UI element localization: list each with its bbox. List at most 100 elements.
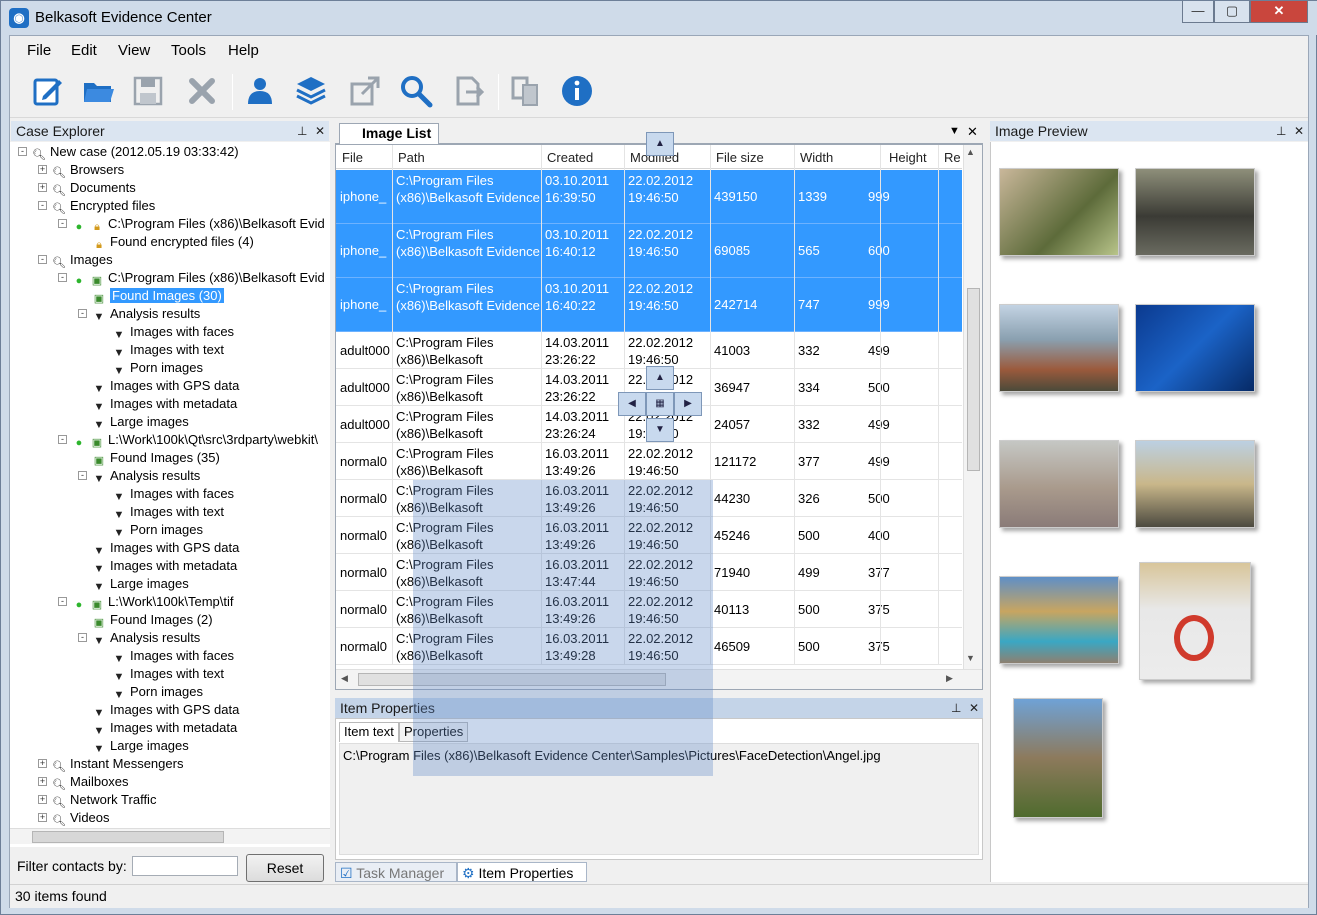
tree-node[interactable]: 🔍︎ Images [52, 251, 113, 269]
chevron-down-icon[interactable]: ▼ [949, 125, 960, 137]
expand-icon[interactable]: + [38, 165, 47, 174]
expand-icon[interactable]: + [38, 795, 47, 804]
collapse-icon[interactable]: - [18, 147, 27, 156]
tree-node[interactable]: 🔍︎ Videos [52, 809, 110, 827]
tab-item-properties[interactable]: ⚙ Item Properties [457, 862, 587, 882]
tree-node[interactable]: ▣ Found Images (2) [92, 611, 213, 629]
thumbnail-image[interactable] [999, 304, 1119, 392]
maximize-button[interactable]: ▢ [1214, 1, 1250, 23]
scroll-right-icon[interactable]: ▶ [946, 673, 953, 684]
minimize-button[interactable]: — [1182, 1, 1214, 23]
pin-icon[interactable]: ⊥ [951, 698, 961, 718]
collapse-icon[interactable]: - [58, 219, 67, 228]
collapse-icon[interactable]: - [78, 471, 87, 480]
scroll-up-icon[interactable]: ▲ [966, 147, 975, 157]
tree-node[interactable]: 🔍︎ Instant Messengers [52, 755, 183, 773]
dock-center-icon[interactable]: ▦ [646, 392, 674, 416]
tab-image-list[interactable]: Image List [339, 123, 439, 144]
tree-node[interactable]: ▼ Images with metadata [92, 557, 238, 575]
tree-node[interactable]: ▼ Porn images [112, 359, 203, 377]
thumbnail-image[interactable] [1135, 168, 1255, 256]
dock-down-icon[interactable]: ▼ [646, 418, 674, 442]
tree-node[interactable]: ▼ Large images [92, 575, 189, 593]
thumbnail-image[interactable] [1013, 698, 1103, 818]
save-icon[interactable] [129, 72, 167, 110]
dock-right-icon[interactable]: ▶ [674, 392, 702, 416]
menu-file[interactable]: File [27, 42, 51, 59]
tree-node[interactable]: 🔍︎ Browsers [52, 161, 124, 179]
tree-node[interactable]: ▣ Found Images (35) [92, 449, 220, 467]
pin-icon[interactable]: ⊥ [1276, 121, 1286, 141]
tree-node[interactable]: ● ▣ L:\Work\100k\Qt\src\3rdparty\webkit\ [72, 431, 318, 449]
collapse-icon[interactable]: - [78, 633, 87, 642]
tree-node[interactable]: ▼ Images with faces [112, 647, 235, 665]
tab-task-manager[interactable]: ☑ Task Manager [335, 862, 457, 882]
thumbnail-image[interactable] [999, 440, 1119, 528]
tree-node[interactable]: ▼ Images with metadata [92, 719, 238, 737]
close-pane-icon[interactable]: ✕ [315, 121, 325, 141]
tree-node[interactable]: ▼ Images with GPS data [92, 701, 240, 719]
column-header[interactable]: File size [716, 150, 764, 165]
column-header[interactable]: Height [889, 150, 927, 165]
open-icon[interactable] [79, 72, 117, 110]
collapse-icon[interactable]: - [38, 255, 47, 264]
thumbnail-image[interactable] [999, 168, 1119, 256]
column-header[interactable]: Width [800, 150, 833, 165]
info-icon[interactable] [558, 72, 596, 110]
expand-icon[interactable]: + [38, 777, 47, 786]
tree-node[interactable]: ▼ Images with GPS data [92, 539, 240, 557]
tree-node[interactable]: ▼ Images with metadata [92, 395, 238, 413]
delete-icon[interactable] [183, 72, 221, 110]
tree-node[interactable]: 🔍︎ Network Traffic [52, 791, 156, 809]
collapse-icon[interactable]: - [58, 435, 67, 444]
column-header[interactable]: Path [398, 150, 425, 165]
tree-node[interactable]: ▼ Analysis results [92, 467, 201, 485]
tree-node[interactable]: ▼ Images with GPS data [92, 377, 240, 395]
tree-node[interactable]: ▼ Large images [92, 413, 189, 431]
tree-node[interactable]: ▼ Analysis results [92, 629, 201, 647]
tree-node[interactable]: ▼ Images with text [112, 503, 224, 521]
table-row[interactable]: iphone_ C:\Program Files (x86)\Belkasoft … [336, 170, 962, 224]
dock-top-icon[interactable]: ▲ [646, 132, 674, 156]
thumbnail-image[interactable] [1135, 304, 1255, 392]
scroll-left-icon[interactable]: ◀ [341, 673, 348, 684]
tree-horizontal-scrollbar[interactable] [10, 828, 330, 844]
menu-tools[interactable]: Tools [171, 42, 206, 59]
close-pane-icon[interactable]: ✕ [969, 698, 979, 718]
expand-icon[interactable]: + [38, 759, 47, 768]
tree-node[interactable]: ▼ Images with text [112, 341, 224, 359]
column-header[interactable]: Re [944, 150, 961, 165]
collapse-icon[interactable]: - [78, 309, 87, 318]
tree-node[interactable]: ▼ Images with faces [112, 485, 235, 503]
dock-left-icon[interactable]: ◀ [618, 392, 646, 416]
tree-node[interactable]: ● ▣ C:\Program Files (x86)\Belkasoft Evid [72, 269, 325, 287]
filter-contacts-input[interactable] [132, 856, 238, 876]
tree-node[interactable]: ▼ Analysis results [92, 305, 201, 323]
close-tab-icon[interactable]: ✕ [967, 124, 978, 140]
dock-up-icon[interactable]: ▲ [646, 366, 674, 390]
tree-node[interactable]: 🔍︎ Documents [52, 179, 136, 197]
table-row[interactable]: normal0 C:\Program Files (x86)\Belkasoft 1… [336, 443, 962, 480]
pin-icon[interactable]: ⊥ [297, 121, 307, 141]
tree-node[interactable]: ▣ Found Images (30) [92, 287, 224, 305]
search-icon[interactable] [397, 72, 435, 110]
tree-node[interactable]: ● ▣ L:\Work\100k\Temp\tif [72, 593, 234, 611]
tree-node[interactable]: ▼ Porn images [112, 521, 203, 539]
reset-button[interactable]: Reset [246, 854, 324, 882]
copy-icon[interactable] [507, 72, 545, 110]
tree-node[interactable]: ▼ Images with faces [112, 323, 235, 341]
scroll-thumb[interactable] [32, 831, 224, 843]
tree-node[interactable]: ● 🔒︎ C:\Program Files (x86)\Belkasoft Evid [72, 215, 325, 233]
collapse-icon[interactable]: - [58, 273, 67, 282]
thumbnail-image[interactable] [1139, 562, 1251, 680]
tree-node[interactable]: ▼ Large images [92, 737, 189, 755]
table-row[interactable]: iphone_ C:\Program Files (x86)\Belkasoft … [336, 278, 962, 332]
column-header[interactable]: File [342, 150, 363, 165]
menu-view[interactable]: View [118, 42, 150, 59]
tree-node[interactable]: ▼ Porn images [112, 683, 203, 701]
user-icon[interactable] [241, 72, 279, 110]
thumbnail-image[interactable] [999, 576, 1119, 664]
collapse-icon[interactable]: - [58, 597, 67, 606]
grid-vertical-scrollbar[interactable]: ▲ ▼ [963, 145, 982, 669]
collapse-icon[interactable]: - [38, 201, 47, 210]
